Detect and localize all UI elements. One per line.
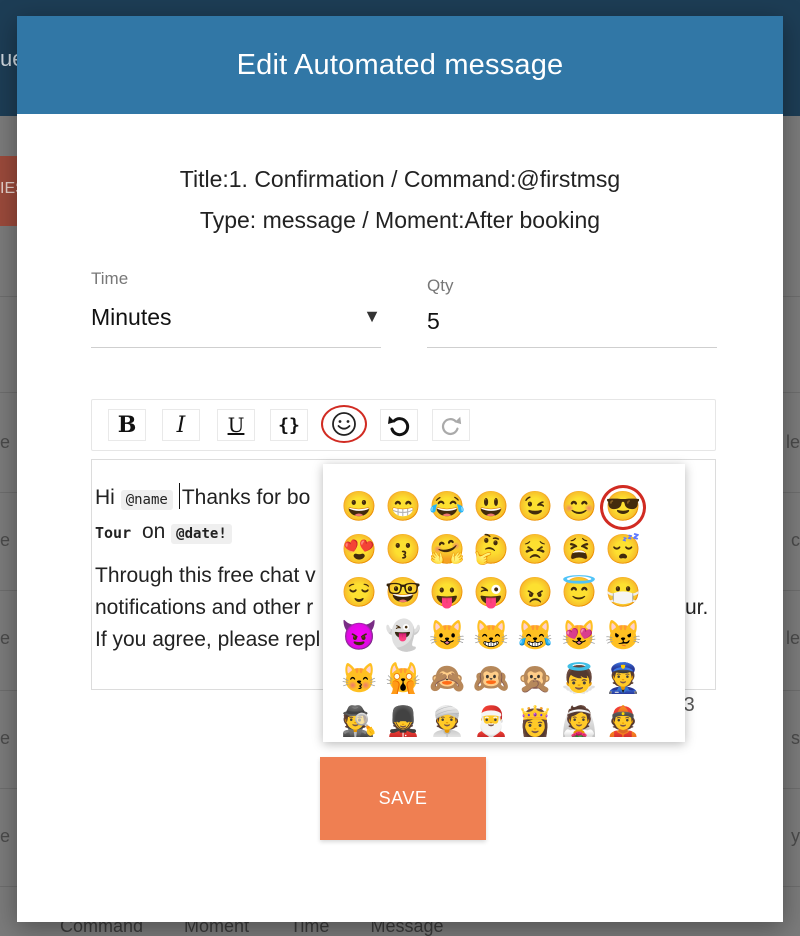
emoji-picker: 😀 😁 😂 😃 😉 😊 😎 😍 😗 🤗 🤔 😣 😫 😴 😌 🤓 😛 😜 😠 😇 😷 😈 👻 😺 😸 😹 😻 😼 😽 🙀 🙈 🙉 🙊 👼 👮 🕵 💂 👳 🎅 👸…: [323, 464, 685, 742]
background-cell: e: [0, 530, 11, 550]
editor-text: Hi: [95, 486, 115, 509]
emoji-option[interactable]: 🙀: [381, 658, 425, 701]
qty-label: Qty: [427, 276, 454, 295]
emoji-option[interactable]: 😇: [557, 572, 601, 615]
italic-button[interactable]: I: [162, 409, 200, 441]
time-select[interactable]: Minutes ▼: [91, 296, 381, 348]
background-cell: c: [791, 530, 800, 550]
background-red-button: IES: [0, 156, 18, 226]
emoji-option[interactable]: 😗: [381, 529, 425, 572]
redo-icon: [441, 416, 462, 436]
save-button[interactable]: SAVE: [320, 757, 486, 840]
emoji-option[interactable]: 😁: [381, 486, 425, 529]
emoji-option[interactable]: 👸: [513, 701, 557, 742]
date-variable-tag: @date!: [171, 524, 232, 544]
emoji-option[interactable]: 😃: [469, 486, 513, 529]
emoji-option[interactable]: 😉: [513, 486, 557, 529]
editor-toolbar: B I U {}: [91, 399, 716, 451]
emoji-option[interactable]: 😂: [425, 486, 469, 529]
emoji-option[interactable]: 😊: [557, 486, 601, 529]
emoji-option[interactable]: 😹: [513, 615, 557, 658]
bold-button[interactable]: B: [108, 409, 146, 441]
emoji-option[interactable]: 😌: [337, 572, 381, 615]
emoji-option[interactable]: 💂: [381, 701, 425, 742]
background-cell: le: [785, 628, 800, 648]
tour-bold-text: Tour: [95, 524, 132, 542]
emoji-grid: 😀 😁 😂 😃 😉 😊 😎 😍 😗 🤗 🤔 😣 😫 😴 😌 🤓 😛 😜 😠 😇 😷 😈 👻 😺 😸 😹 😻 😼 😽 🙀 🙈 🙉 🙊 👼 👮 🕵 💂 👳 🎅 👸…: [337, 485, 646, 742]
emoji-option[interactable]: 🎅: [469, 701, 513, 742]
emoji-option[interactable]: 😎: [600, 485, 646, 530]
emoji-option[interactable]: 🤓: [381, 572, 425, 615]
edit-message-modal: Edit Automated message Title:1. Confirma…: [17, 16, 783, 922]
text-caret: [178, 483, 180, 509]
background-cell: e: [0, 432, 11, 452]
emoji-option[interactable]: 👮: [601, 658, 645, 701]
editor-text: ur.: [685, 596, 709, 619]
emoji-option[interactable]: 👼: [557, 658, 601, 701]
emoji-option[interactable]: 🙈: [425, 658, 469, 701]
emoji-option[interactable]: 😠: [513, 572, 557, 615]
emoji-option[interactable]: 😻: [557, 615, 601, 658]
emoji-option[interactable]: 😷: [601, 572, 645, 615]
smiley-icon: [332, 412, 356, 436]
undo-button[interactable]: [380, 409, 418, 441]
variable-braces-button[interactable]: {}: [270, 409, 308, 441]
editor-text: If you agree, please repl: [95, 628, 321, 651]
background-cell: e: [0, 728, 11, 748]
emoji-option[interactable]: 👲: [601, 701, 645, 742]
undo-icon: [388, 416, 410, 437]
editor-text: Thanks for bo: [181, 486, 311, 509]
emoji-option[interactable]: 😫: [557, 529, 601, 572]
redo-button[interactable]: [432, 409, 470, 441]
editor-text: on: [141, 520, 166, 543]
emoji-option[interactable]: 🤗: [425, 529, 469, 572]
emoji-option[interactable]: 😣: [513, 529, 557, 572]
emoji-option[interactable]: 🤔: [469, 529, 513, 572]
emoji-option[interactable]: 👻: [381, 615, 425, 658]
background-cell: e: [0, 826, 11, 846]
editor-text: notifications and other r: [95, 596, 314, 619]
time-select-value: Minutes: [91, 304, 172, 330]
background-cell: e: [0, 628, 11, 648]
dropdown-arrow-icon: ▼: [363, 306, 381, 326]
message-type-info: Type: message / Moment:After booking: [199, 207, 601, 233]
emoji-option[interactable]: 🙉: [469, 658, 513, 701]
message-title-info: Title:1. Confirmation / Command:@firstms…: [179, 166, 621, 192]
emoji-option[interactable]: 😈: [337, 615, 381, 658]
qty-input-value: 5: [427, 308, 440, 334]
name-variable-tag: @name: [120, 490, 173, 510]
underline-button[interactable]: U: [217, 409, 255, 441]
emoji-option[interactable]: 😛: [425, 572, 469, 615]
time-label: Time: [91, 269, 129, 288]
emoji-option[interactable]: 😼: [601, 615, 645, 658]
emoji-option[interactable]: 😜: [469, 572, 513, 615]
background-cell: s: [791, 728, 800, 748]
emoji-option[interactable]: 🙊: [513, 658, 557, 701]
emoji-option[interactable]: 😍: [337, 529, 381, 572]
modal-header: Edit Automated message: [17, 16, 783, 114]
background-cell: le: [785, 432, 800, 452]
emoji-option[interactable]: 👳: [425, 701, 469, 742]
emoji-button[interactable]: [321, 405, 367, 443]
editor-text: Through this free chat v: [95, 564, 316, 587]
qty-input[interactable]: 5: [427, 298, 717, 348]
emoji-option[interactable]: 🕵: [337, 701, 381, 742]
modal-title: Edit Automated message: [236, 48, 564, 81]
emoji-option[interactable]: 😺: [425, 615, 469, 658]
emoji-option[interactable]: 😴: [601, 529, 645, 572]
background-cell: y: [791, 826, 800, 846]
emoji-option[interactable]: 👰: [557, 701, 601, 742]
emoji-option[interactable]: 😽: [337, 658, 381, 701]
emoji-option[interactable]: 😸: [469, 615, 513, 658]
emoji-option[interactable]: 😀: [337, 486, 381, 529]
